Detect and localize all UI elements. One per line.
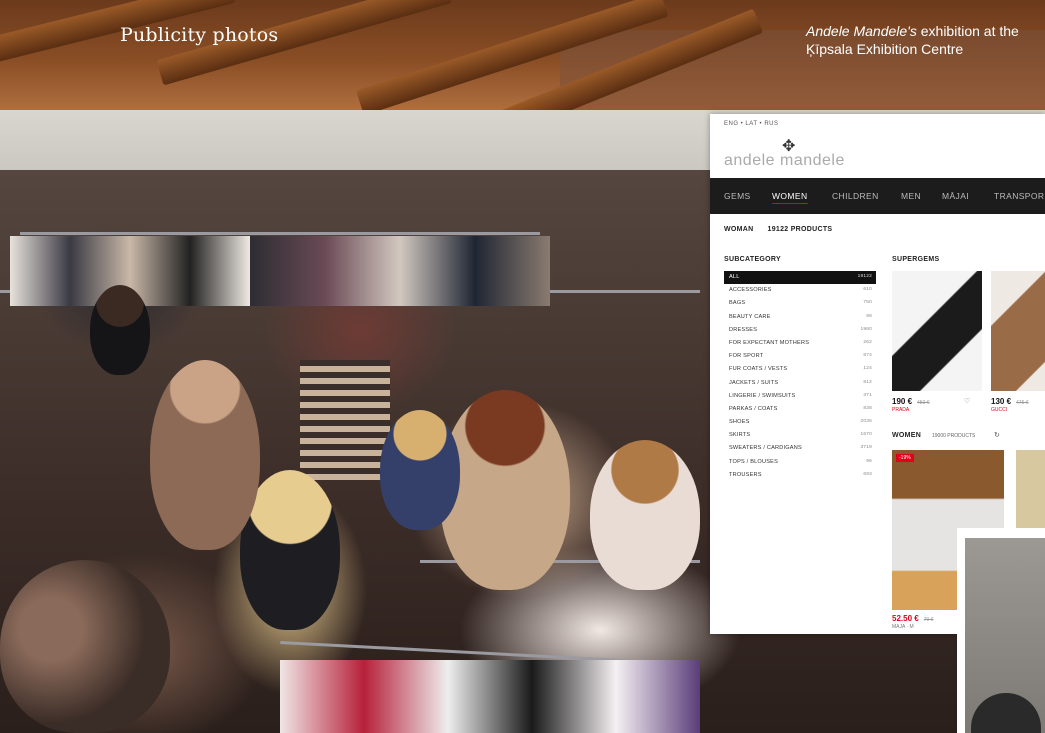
nav-men[interactable]: MEN xyxy=(901,191,921,201)
price-value: 130 € xyxy=(991,397,1012,406)
language-switcher[interactable]: ENG • LAT • RUS xyxy=(724,121,779,127)
old-price: 70 € xyxy=(923,617,934,623)
subcategory-title: SUBCATEGORY xyxy=(724,256,781,263)
refresh-icon[interactable]: ↻ xyxy=(994,431,1000,439)
hanging-clothes xyxy=(250,236,550,306)
subcategory-count: 2036 xyxy=(860,419,872,425)
inset-photo-frame xyxy=(957,528,1045,733)
striped-sweater xyxy=(300,360,390,480)
subcategory-item[interactable]: FOR EXPECTANT MOTHERS 262 xyxy=(724,337,876,350)
subcategory-label: SWEATERS / CARDIGANS xyxy=(729,445,802,452)
women-count: 19000 PRODUCTS xyxy=(932,433,976,439)
publicity-caption: Publicity photos xyxy=(120,24,279,46)
subcategory-count: 19122 xyxy=(857,274,872,279)
subcategory-label: TROUSERS xyxy=(729,471,762,478)
subcategory-item[interactable]: FOR SPORT 874 xyxy=(724,350,876,363)
subcategory-item[interactable]: BEAUTY CARE 98 xyxy=(724,311,876,324)
subcategory-item[interactable]: FUR COATS / VESTS 124 xyxy=(724,363,876,376)
subcategory-label: BAGS xyxy=(729,300,746,307)
subcategory-item[interactable]: ACCESSORIES 610 xyxy=(724,284,876,297)
subcategory-label: JACKETS / SUITS xyxy=(729,379,779,386)
subcategory-label: TOPS / BLOUSES xyxy=(729,458,779,465)
product-note: MAJA · M xyxy=(892,624,914,630)
brand-label: GUCCI xyxy=(991,407,1008,413)
subcategory-count: 693 xyxy=(863,471,872,477)
subcategory-count: 1670 xyxy=(860,432,872,438)
subcategory-count: 750 xyxy=(863,300,872,306)
clothes-rack xyxy=(20,232,540,235)
subcategory-count: 812 xyxy=(863,379,872,385)
nav-transport[interactable]: TRANSPOR xyxy=(994,191,1044,201)
subcategory-label: FOR SPORT xyxy=(729,353,764,360)
subcategory-item[interactable]: SKIRTS 1670 xyxy=(724,429,876,442)
subcategory-count: 124 xyxy=(863,366,872,372)
subcategory-item[interactable]: SHOES 2036 xyxy=(724,416,876,429)
product-price: 52.50 € 70 € xyxy=(892,614,933,623)
shopper xyxy=(90,285,150,375)
subcategory-label: BEAUTY CARE xyxy=(729,313,771,320)
product-price: 190 € 450 € xyxy=(892,397,930,406)
product-card-sunglasses[interactable] xyxy=(892,271,982,391)
subcategory-label: FOR EXPECTANT MOTHERS xyxy=(729,339,810,346)
subcategory-label: ACCESSORIES xyxy=(729,287,772,294)
subcategory-item[interactable]: LINGERIE / SWIMSUITS 371 xyxy=(724,390,876,403)
subcategory-item[interactable]: TROUSERS 693 xyxy=(724,469,876,482)
price-value: 190 € xyxy=(892,397,913,406)
logo-text: andele mandele xyxy=(724,152,845,169)
product-card[interactable] xyxy=(1016,450,1045,530)
hanging-clothes xyxy=(280,660,700,733)
product-count: 19122 PRODUCTS xyxy=(767,226,833,233)
subcategory-item[interactable]: ALL 19122 xyxy=(724,271,876,285)
breadcrumb: WOMAN 19122 PRODUCTS xyxy=(724,226,832,233)
subcategory-item[interactable]: DRESSES 1960 xyxy=(724,324,876,337)
subcategory-item[interactable]: BAGS 750 xyxy=(724,297,876,310)
subcategory-label: PARKAS / COATS xyxy=(729,405,778,412)
subcategory-count: 96 xyxy=(866,458,872,464)
nav-gems[interactable]: GEMS xyxy=(724,191,751,201)
women-title: WOMEN xyxy=(892,432,922,439)
old-price: 450 € xyxy=(917,400,930,406)
shopper xyxy=(590,440,700,590)
subcategory-label: ALL xyxy=(729,274,740,280)
subcategory-item[interactable]: JACKETS / SUITS 812 xyxy=(724,377,876,390)
subcategory-count: 98 xyxy=(866,313,872,319)
product-card-bag[interactable] xyxy=(991,271,1045,391)
heart-icon[interactable]: ♡ xyxy=(964,397,970,405)
subcategory-label: DRESSES xyxy=(729,326,758,333)
subcategory-count: 262 xyxy=(863,339,872,345)
subcategory-count: 371 xyxy=(863,392,872,398)
shopper xyxy=(0,560,170,733)
old-price: 475 € xyxy=(1016,400,1029,406)
subcategory-item[interactable]: PARKAS / COATS 838 xyxy=(724,403,876,416)
subcategory-label: SHOES xyxy=(729,419,750,426)
caption-brand: Andele Mandele's xyxy=(806,23,917,39)
subcategory-label: LINGERIE / SWIMSUITS xyxy=(729,392,796,399)
discount-badge: -19% xyxy=(896,454,914,462)
site-logo[interactable]: ✥ andele mandele xyxy=(724,136,854,172)
subcategory-label: SKIRTS xyxy=(729,432,751,439)
nav-women[interactable]: WOMEN xyxy=(772,191,808,204)
product-price: 130 € 475 € xyxy=(991,397,1029,406)
shopper xyxy=(380,410,460,530)
nav-children[interactable]: CHILDREN xyxy=(832,191,879,201)
main-nav: GEMS WOMEN CHILDREN MEN MĀJAI TRANSPOR xyxy=(710,178,1045,214)
subcategory-count: 874 xyxy=(863,353,872,359)
supergems-title: SUPERGEMS xyxy=(892,256,940,263)
subcategory-count: 610 xyxy=(863,287,872,293)
exhibition-caption: Andele Mandele's exhibition at the Ķīpsa… xyxy=(806,22,1041,58)
shopper xyxy=(150,360,260,550)
subcategory-list: ALL 19122 ACCESSORIES 610 BAGS 750 BEAUTY CARE… xyxy=(724,271,876,482)
price-value: 52.50 € xyxy=(892,614,919,623)
subcategory-item[interactable]: SWEATERS / CARDIGANS 3719 xyxy=(724,442,876,455)
subcategory-item[interactable]: TOPS / BLOUSES 96 xyxy=(724,456,876,469)
brand-label: PRADA xyxy=(892,407,910,413)
subcategory-count: 1960 xyxy=(860,326,872,332)
subcategory-label: FUR COATS / VESTS xyxy=(729,366,788,373)
breadcrumb-section[interactable]: WOMAN xyxy=(724,226,754,233)
subcategory-count: 3719 xyxy=(860,445,872,451)
nav-majai[interactable]: MĀJAI xyxy=(942,191,969,201)
subcategory-count: 838 xyxy=(863,405,872,411)
shopper xyxy=(440,390,570,590)
